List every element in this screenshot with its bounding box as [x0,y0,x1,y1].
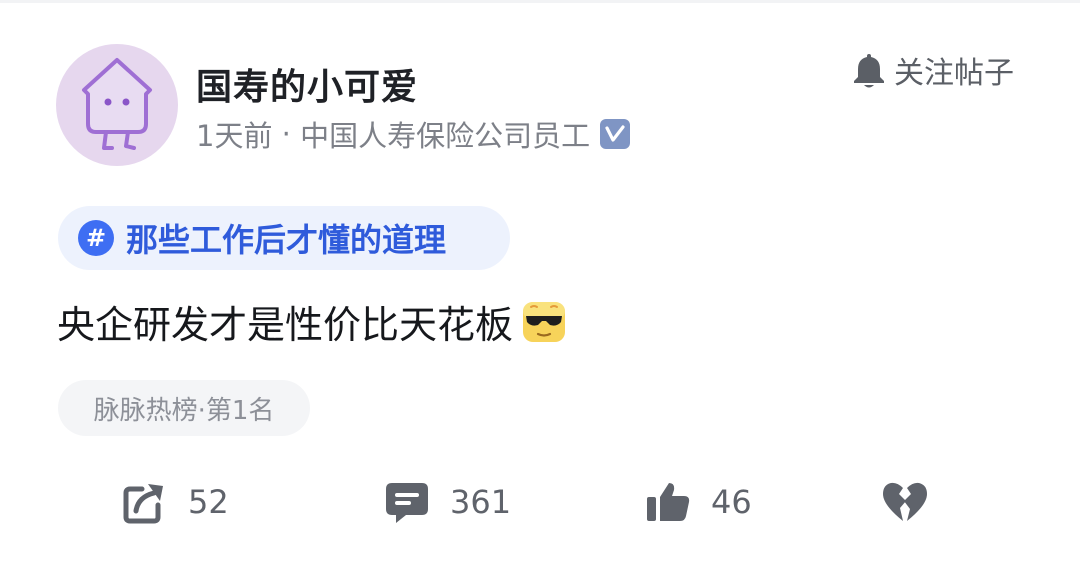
comment-icon [386,483,428,523]
follow-post-label: 关注帖子 [894,56,1014,91]
house-mascot-icon [82,58,152,150]
share-button[interactable]: 52 [122,472,229,532]
hot-list-badge[interactable]: 脉脉热榜·第1名 [58,380,310,436]
like-count: 46 [711,483,752,521]
top-divider [0,0,1080,3]
share-icon [123,484,163,524]
topic-tag[interactable]: # 那些工作后才懂的道理 [58,206,510,270]
post-meta: 1天前 · 中国人寿保险公司员工 [196,113,631,155]
topic-label: 那些工作后才懂的道理 [126,221,447,259]
hashtag-icon: # [78,220,114,256]
bell-icon [852,51,886,89]
avatar[interactable] [56,44,178,166]
like-button[interactable]: 46 [645,472,752,532]
dislike-button[interactable] [882,472,928,532]
username[interactable]: 国寿的小可爱 [196,58,418,110]
share-count: 52 [188,483,229,521]
verified-icon [600,119,631,149]
action-bar: 52 361 46 [0,472,1080,532]
sunglasses-emoji [521,299,567,345]
meta-separator: · [272,117,301,151]
broken-heart-icon [883,482,927,521]
user-affiliation: 中国人寿保险公司员工 [300,119,591,153]
follow-post-button[interactable]: 关注帖子 [852,48,1014,92]
comment-count: 361 [450,483,512,521]
comment-button[interactable]: 361 [384,472,511,532]
thumbs-up-icon [647,483,690,521]
post-content: 央企研发才是性价比天花板 [57,294,567,349]
post-text: 央企研发才是性价比天花板 [57,303,514,347]
post-time: 1天前 [196,119,273,153]
